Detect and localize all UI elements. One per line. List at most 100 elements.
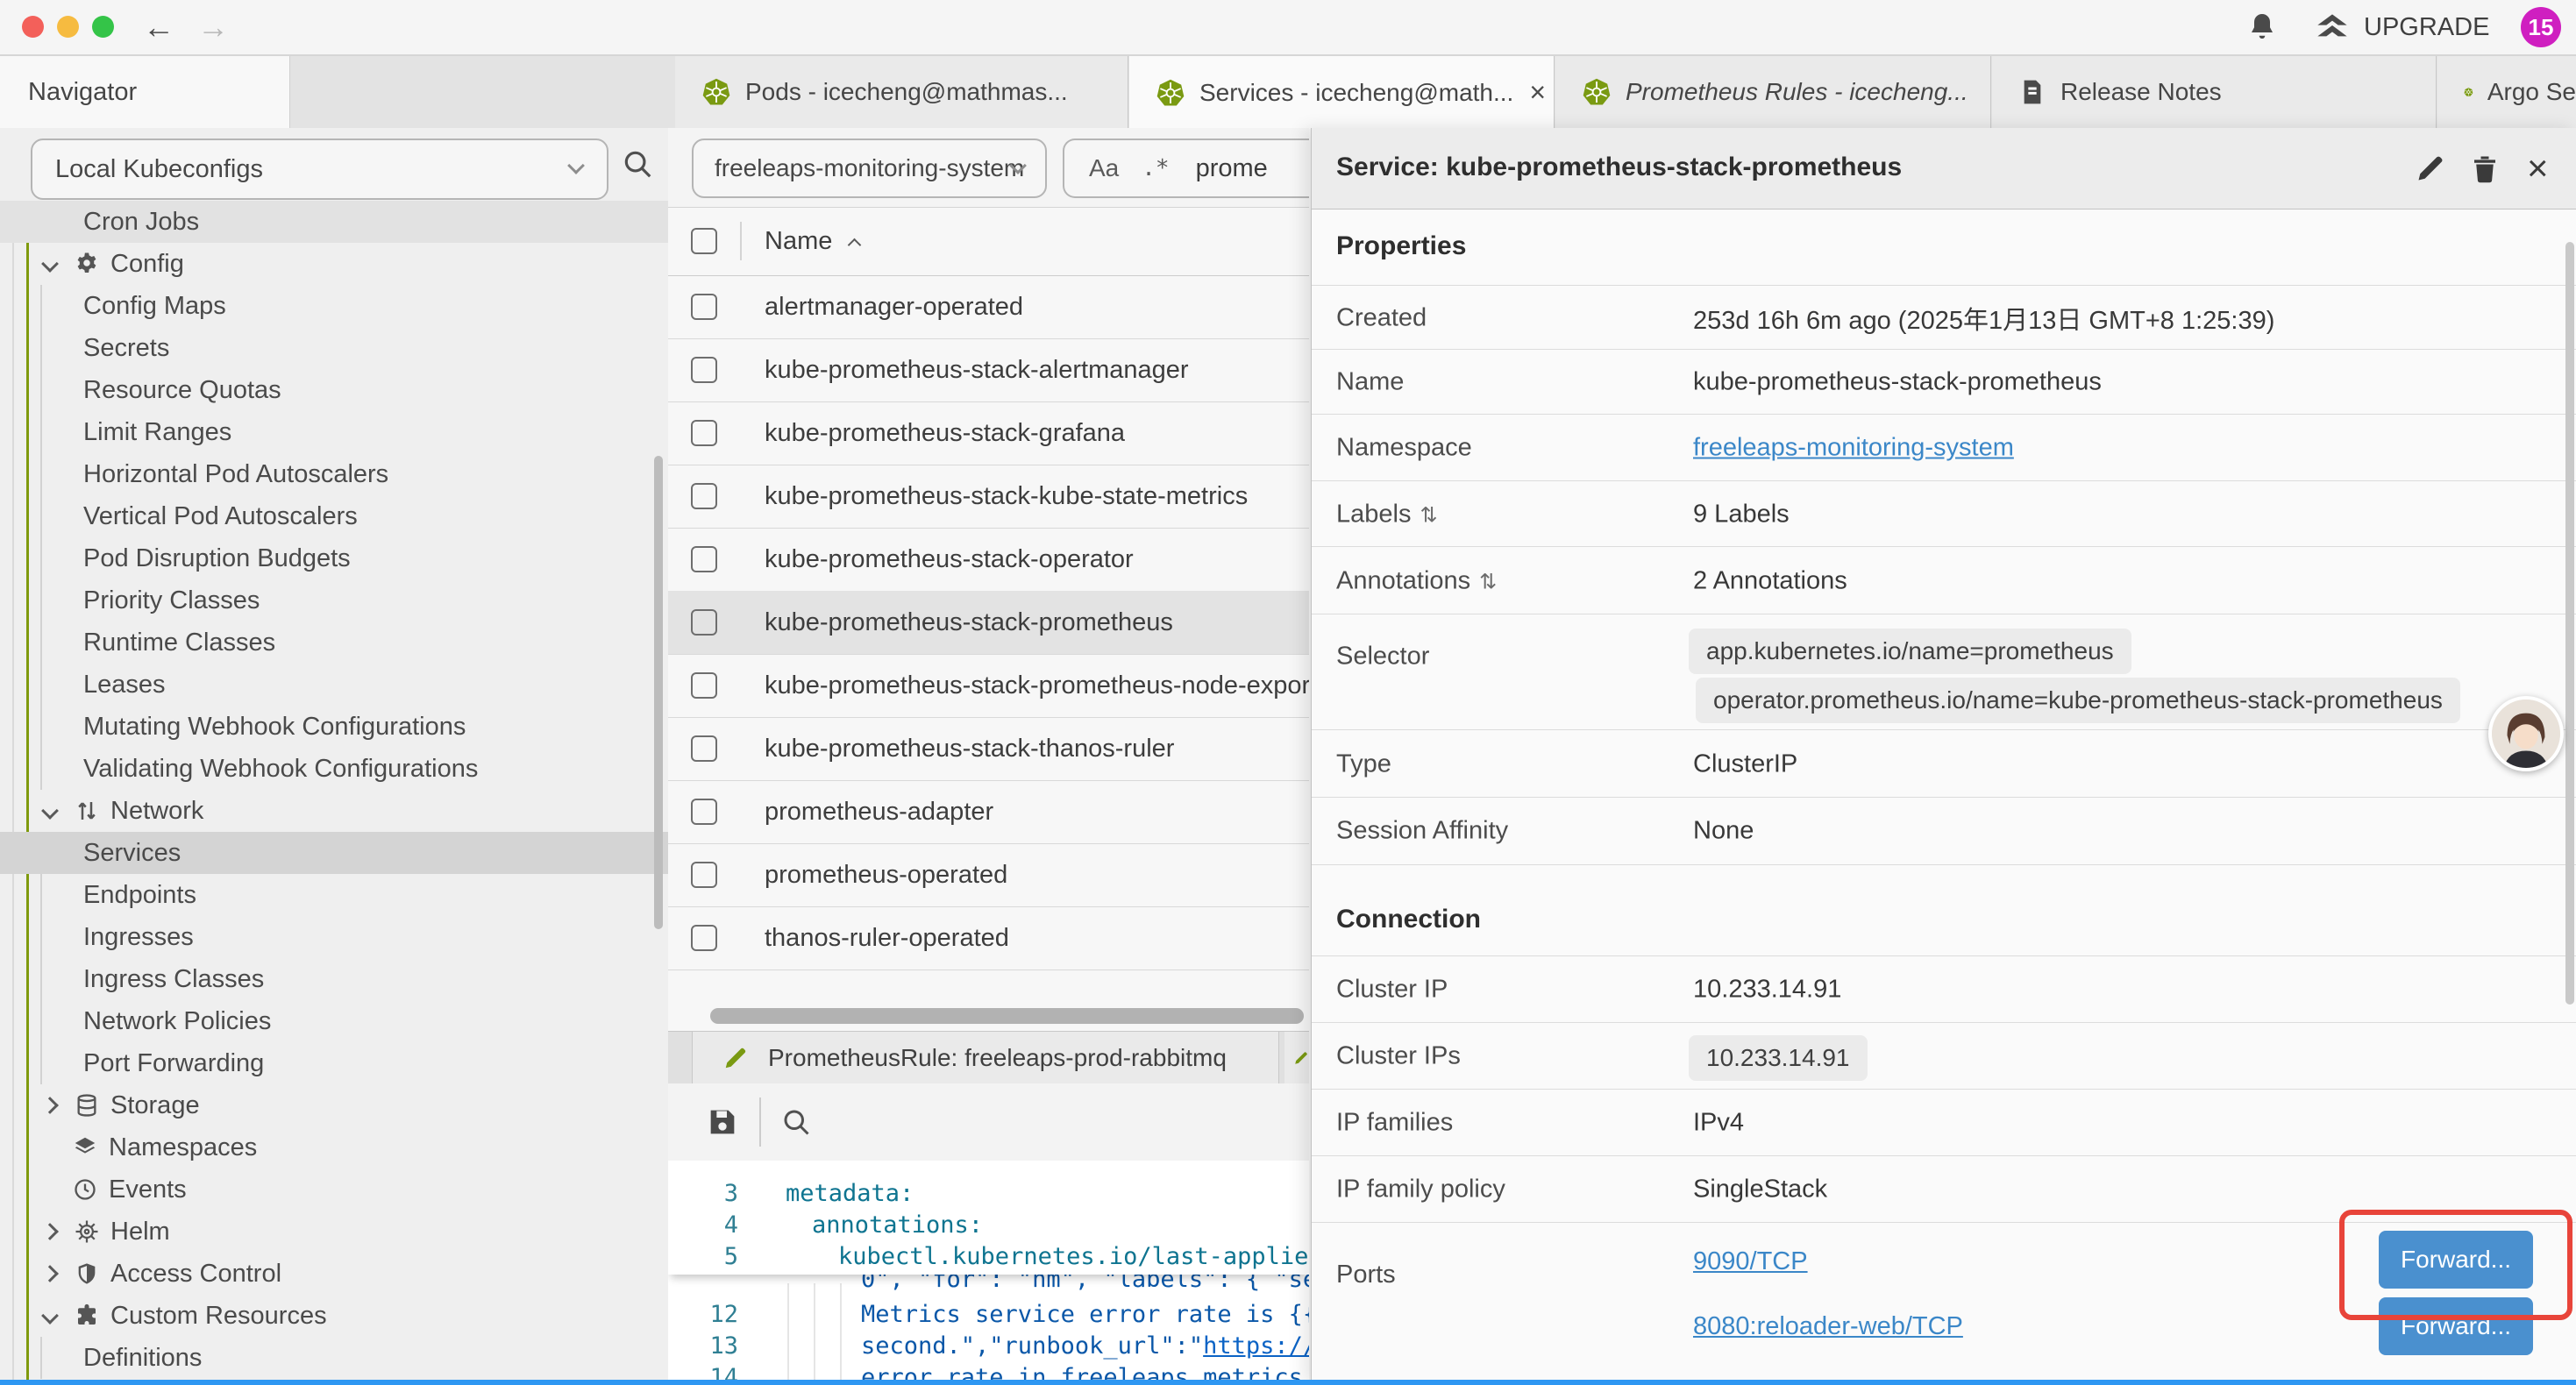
yaml-editor[interactable]: 0", "for": "nm", "labels": { "service": … bbox=[668, 1161, 1309, 1381]
editor-tab-prometheusrule[interactable]: PrometheusRule: freeleaps-prod-rabbitmq bbox=[692, 1032, 1279, 1084]
notification-bell-icon[interactable] bbox=[2246, 11, 2278, 43]
sidebar-item-namespaces[interactable]: Namespaces bbox=[0, 1126, 669, 1168]
table-row[interactable]: kube-prometheus-stack-alertmanager bbox=[668, 338, 1309, 402]
search-input[interactable]: Aa .* prome bbox=[1063, 138, 1309, 198]
table-row[interactable]: kube-prometheus-stack-operator bbox=[668, 528, 1309, 592]
sidebar-item-secrets[interactable]: Secrets bbox=[0, 327, 669, 369]
url-link[interactable]: https://net bbox=[1203, 1332, 1309, 1360]
table-row[interactable]: kube-prometheus-stack-thanos-ruler bbox=[668, 717, 1309, 781]
property-label[interactable]: Labels⇅ bbox=[1336, 500, 1438, 529]
table-horizontal-scrollbar[interactable] bbox=[710, 1008, 1304, 1024]
property-label[interactable]: Annotations⇅ bbox=[1336, 566, 1497, 595]
table-row[interactable]: prometheus-operated bbox=[668, 843, 1309, 907]
sidebar-item-access-control[interactable]: Access Control bbox=[0, 1253, 669, 1295]
save-icon[interactable] bbox=[705, 1104, 740, 1140]
table-row[interactable]: alertmanager-operated bbox=[668, 275, 1309, 339]
tab-services[interactable]: Services - icecheng@math... × bbox=[1129, 56, 1555, 129]
tab-release-notes[interactable]: Release Notes bbox=[1992, 56, 2437, 128]
sidebar-item-vertical-pod-autoscalers[interactable]: Vertical Pod Autoscalers bbox=[0, 495, 669, 537]
puzzle-icon bbox=[72, 1303, 102, 1329]
window-close-button[interactable] bbox=[22, 16, 44, 38]
port-link-9090[interactable]: 9090/TCP bbox=[1693, 1247, 1808, 1276]
sidebar-item-resource-quotas[interactable]: Resource Quotas bbox=[0, 369, 669, 411]
row-checkbox[interactable] bbox=[691, 294, 717, 320]
sidebar-item-helm[interactable]: Helm bbox=[0, 1211, 669, 1253]
sidebar-item-horizontal-pod-autoscalers[interactable]: Horizontal Pod Autoscalers bbox=[0, 453, 669, 495]
sidebar-item-cron-jobs[interactable]: Cron Jobs bbox=[0, 201, 669, 243]
match-case-toggle[interactable]: Aa bbox=[1089, 154, 1119, 182]
namespace-link[interactable]: freeleaps-monitoring-system bbox=[1693, 434, 2014, 463]
sidebar-item-definitions[interactable]: Definitions bbox=[0, 1337, 669, 1379]
sidebar-item-ingress-classes[interactable]: Ingress Classes bbox=[0, 958, 669, 1000]
sidebar-item-limit-ranges[interactable]: Limit Ranges bbox=[0, 411, 669, 453]
table-row-selected[interactable]: kube-prometheus-stack-prometheus bbox=[668, 591, 1309, 655]
sidebar-item-custom-resources[interactable]: Custom Resources bbox=[0, 1295, 669, 1337]
sidebar-item-ingresses[interactable]: Ingresses bbox=[0, 916, 669, 958]
tab-argo[interactable]: Argo Se bbox=[2437, 56, 2576, 128]
row-checkbox[interactable] bbox=[691, 735, 717, 762]
forward-arrow-icon[interactable]: → bbox=[197, 0, 229, 54]
sidebar-item-runtime-classes[interactable]: Runtime Classes bbox=[0, 621, 669, 664]
kubeconfig-selector[interactable]: Local Kubeconfigs bbox=[31, 138, 608, 200]
row-checkbox[interactable] bbox=[691, 862, 717, 888]
window-minimize-button[interactable] bbox=[57, 16, 79, 38]
row-checkbox[interactable] bbox=[691, 546, 717, 572]
window-zoom-button[interactable] bbox=[92, 16, 114, 38]
close-drawer-icon[interactable]: × bbox=[2527, 144, 2549, 193]
back-arrow-icon[interactable]: ← bbox=[143, 0, 174, 54]
delete-trash-icon[interactable] bbox=[2469, 153, 2501, 184]
close-tab-icon[interactable]: × bbox=[1529, 76, 1546, 109]
notification-count-badge[interactable]: 15 bbox=[2521, 7, 2561, 47]
edit-pencil-icon[interactable] bbox=[2415, 153, 2446, 184]
tab-pods[interactable]: Pods - icecheng@mathmas... bbox=[675, 56, 1128, 128]
sidebar-item-port-forwarding[interactable]: Port Forwarding bbox=[0, 1042, 669, 1084]
sidebar-item-events[interactable]: Events bbox=[0, 1168, 669, 1211]
sidebar-scrollbar[interactable] bbox=[654, 456, 663, 929]
property-label: Created bbox=[1336, 303, 1427, 332]
sidebar-item-services[interactable]: Services bbox=[0, 832, 669, 874]
namespace-selector[interactable]: freeleaps-monitoring-system bbox=[692, 138, 1047, 198]
service-name: prometheus-operated bbox=[765, 861, 1007, 890]
tab-navigator[interactable]: Navigator bbox=[0, 56, 290, 128]
drawer-scrollbar[interactable] bbox=[2565, 242, 2574, 1005]
upgrade-button[interactable]: UPGRADE bbox=[2315, 0, 2489, 54]
property-row-name: Name kube-prometheus-stack-prometheus bbox=[1312, 349, 2576, 415]
sidebar-item-priority-classes[interactable]: Priority Classes bbox=[0, 579, 669, 621]
row-checkbox[interactable] bbox=[691, 357, 717, 383]
tab-prometheus-rules[interactable]: Prometheus Rules - icecheng... bbox=[1555, 56, 1991, 128]
row-checkbox[interactable] bbox=[691, 799, 717, 825]
table-row[interactable]: kube-prometheus-stack-kube-state-metrics bbox=[668, 465, 1309, 529]
sidebar-item-leases[interactable]: Leases bbox=[0, 664, 669, 706]
property-row-annotations: Annotations⇅ 2 Annotations bbox=[1312, 546, 2576, 614]
row-checkbox[interactable] bbox=[691, 609, 717, 636]
sidebar-item-validating-webhook-configurations[interactable]: Validating Webhook Configurations bbox=[0, 748, 669, 790]
sidebar-item-endpoints[interactable]: Endpoints bbox=[0, 874, 669, 916]
sidebar-item-config[interactable]: Config bbox=[0, 243, 669, 285]
table-row[interactable]: thanos-ruler-operated bbox=[668, 906, 1309, 970]
port-link-8080[interactable]: 8080:reloader-web/TCP bbox=[1693, 1312, 1963, 1341]
row-checkbox[interactable] bbox=[691, 925, 717, 951]
sidebar-item-mutating-webhook-configurations[interactable]: Mutating Webhook Configurations bbox=[0, 706, 669, 748]
row-checkbox[interactable] bbox=[691, 483, 717, 509]
row-checkbox[interactable] bbox=[691, 420, 717, 446]
regex-toggle[interactable]: .* bbox=[1142, 155, 1169, 181]
editor-tab-partial[interactable] bbox=[1284, 1032, 1309, 1084]
sidebar-item-network[interactable]: Network bbox=[0, 790, 669, 832]
assistant-avatar[interactable] bbox=[2488, 696, 2564, 771]
sidebar-item-storage[interactable]: Storage bbox=[0, 1084, 669, 1126]
editor-toolbar bbox=[668, 1083, 1309, 1161]
table-row[interactable]: kube-prometheus-stack-grafana bbox=[668, 401, 1309, 465]
table-row[interactable]: kube-prometheus-stack-prometheus-node-ex… bbox=[668, 654, 1309, 718]
sidebar-item-network-policies[interactable]: Network Policies bbox=[0, 1000, 669, 1042]
editor-search-icon[interactable] bbox=[780, 1106, 812, 1138]
sidebar-item-pod-disruption-budgets[interactable]: Pod Disruption Budgets bbox=[0, 537, 669, 579]
property-value: SingleStack bbox=[1693, 1175, 1827, 1204]
tree-item-label: Storage bbox=[110, 1091, 200, 1120]
row-checkbox[interactable] bbox=[691, 672, 717, 699]
name-column-header[interactable]: Name bbox=[765, 227, 832, 256]
sidebar-item-config-maps[interactable]: Config Maps bbox=[0, 285, 669, 327]
sidebar-search-icon[interactable] bbox=[621, 147, 654, 181]
table-row[interactable]: prometheus-adapter bbox=[668, 780, 1309, 844]
select-all-checkbox[interactable] bbox=[691, 228, 717, 254]
database-icon bbox=[72, 1093, 102, 1118]
